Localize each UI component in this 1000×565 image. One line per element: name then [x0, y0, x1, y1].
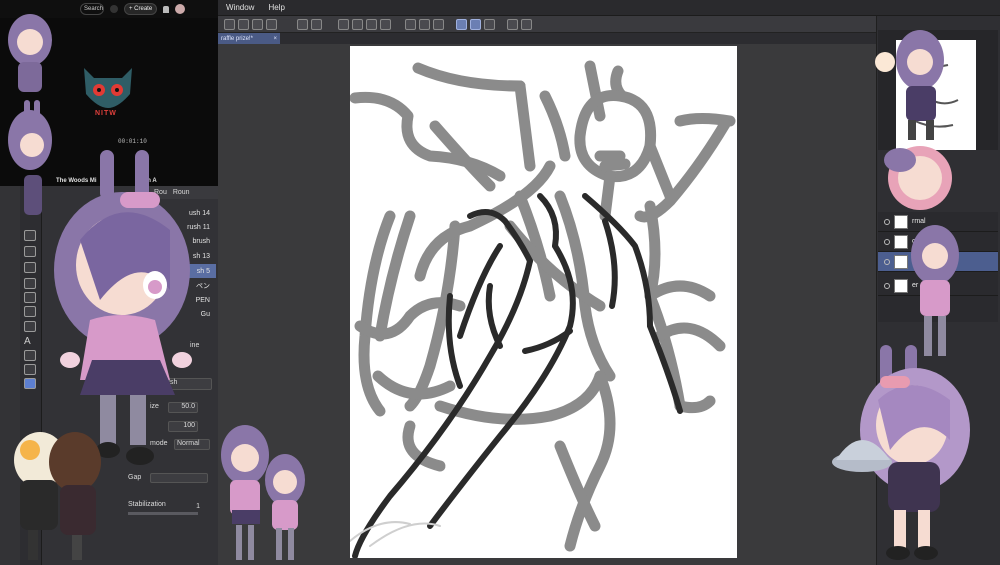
chibi-sticker-bottom-left-duo	[14, 432, 101, 560]
sticker-overlay	[8, 14, 970, 560]
chibi-sticker-left-large	[54, 150, 192, 465]
chibi-sticker-right-middle	[911, 225, 959, 356]
chibi-sticker-bottom-middle-duo	[221, 425, 305, 560]
chibi-sticker-right-pink	[884, 146, 952, 210]
clip-studio-app: Window Help raffle prize!* × rmal er A R…	[0, 0, 1000, 565]
chibi-sticker-left-small	[8, 100, 52, 215]
chibi-sticker-top-left	[8, 14, 52, 92]
chibi-sticker-right-top	[875, 30, 944, 140]
chibi-sticker-right-bottom	[832, 345, 970, 560]
